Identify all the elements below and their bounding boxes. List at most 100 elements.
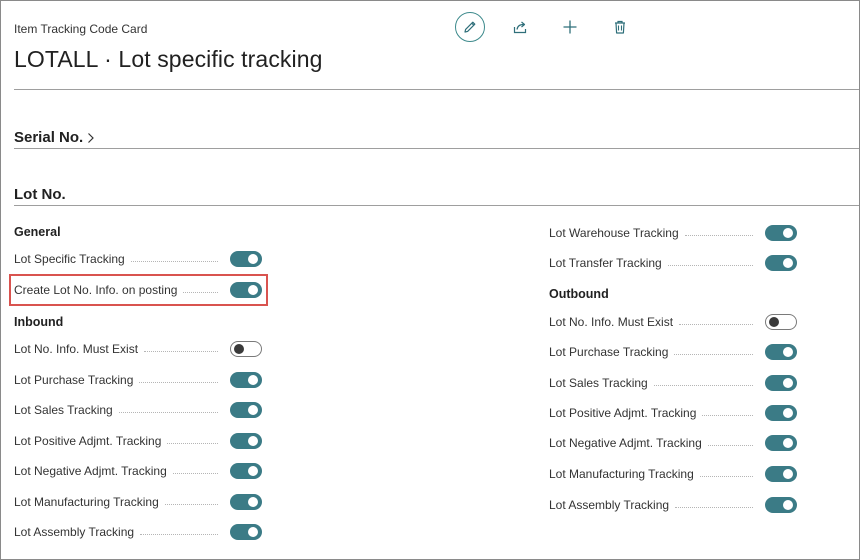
edit-button[interactable] [455,12,485,42]
toggle-knob [783,408,793,418]
leader-dots [667,264,753,266]
field-label: Lot Assembly Tracking [549,498,670,512]
field-warehouse-tracking: Lot Warehouse Tracking [549,223,797,243]
toggle-knob [783,378,793,388]
toggle-inbound-must-exist[interactable] [230,341,262,357]
trash-icon [615,20,625,34]
section-serial-no-label: Serial No. [14,129,84,146]
plus-icon [563,20,577,34]
toggle-knob [783,258,793,268]
group-inbound: Inbound [14,315,64,329]
field-label: Lot Purchase Tracking [14,373,134,387]
toggle-knob [769,317,779,327]
toggle-knob [783,438,793,448]
field-label: Lot Transfer Tracking [549,256,662,270]
toggle-inbound-manufacturing[interactable] [230,494,262,510]
field-label: Lot Positive Adjmt. Tracking [14,434,162,448]
breadcrumb: Item Tracking Code Card [14,22,148,36]
field-label: Lot Manufacturing Tracking [14,495,159,509]
leader-dots [699,475,753,477]
field-label: Lot Negative Adjmt. Tracking [549,436,702,450]
field-label: Lot No. Info. Must Exist [549,315,674,329]
field-inbound-must-exist: Lot No. Info. Must Exist [14,339,262,359]
toolbar [455,12,655,42]
leader-dots [144,350,218,352]
toggle-inbound-negative-adjmt[interactable] [230,463,262,479]
lot-divider [14,205,859,206]
toggle-inbound-positive-adjmt[interactable] [230,433,262,449]
highlight-box [9,274,268,306]
field-label: Lot No. Info. Must Exist [14,342,139,356]
toggle-warehouse-tracking[interactable] [765,225,797,241]
share-icon [513,21,527,34]
leader-dots [140,533,218,535]
field-inbound-sales: Lot Sales Tracking [14,400,262,420]
toggle-knob [248,527,258,537]
pencil-icon [464,21,476,33]
field-outbound-purchase: Lot Purchase Tracking [549,342,797,362]
toggle-transfer-tracking[interactable] [765,255,797,271]
toggle-knob [783,228,793,238]
leader-dots [167,442,218,444]
field-label: Lot Positive Adjmt. Tracking [549,406,697,420]
toggle-knob [783,347,793,357]
field-outbound-assembly: Lot Assembly Tracking [549,495,797,515]
field-label: Lot Specific Tracking [14,252,125,266]
toggle-inbound-purchase[interactable] [230,372,262,388]
field-outbound-negative-adjmt: Lot Negative Adjmt. Tracking [549,433,797,453]
delete-button[interactable] [605,12,635,42]
leader-dots [707,444,753,446]
share-button[interactable] [505,12,535,42]
toggle-knob [248,375,258,385]
leader-dots [674,353,753,355]
field-label: Lot Sales Tracking [14,403,113,417]
toggle-knob [248,405,258,415]
field-outbound-manufacturing: Lot Manufacturing Tracking [549,464,797,484]
toggle-knob [248,254,258,264]
toggle-outbound-assembly[interactable] [765,497,797,513]
toggle-knob [783,469,793,479]
field-inbound-purchase: Lot Purchase Tracking [14,370,262,390]
field-label: Lot Warehouse Tracking [549,226,679,240]
group-outbound: Outbound [549,287,609,301]
leader-dots [139,381,218,383]
toggle-lot-specific-tracking[interactable] [230,251,262,267]
page-title: LOTALL · Lot specific tracking [14,46,323,72]
item-tracking-card: Item Tracking Code Card LOTALL · Lot spe… [0,0,860,560]
field-outbound-must-exist: Lot No. Info. Must Exist [549,312,797,332]
toggle-outbound-manufacturing[interactable] [765,466,797,482]
toggle-inbound-sales[interactable] [230,402,262,418]
toggle-outbound-purchase[interactable] [765,344,797,360]
section-lot-no[interactable]: Lot No. [14,186,66,203]
field-inbound-assembly: Lot Assembly Tracking [14,522,262,542]
toggle-outbound-sales[interactable] [765,375,797,391]
toggle-outbound-must-exist[interactable] [765,314,797,330]
toggle-outbound-positive-adjmt[interactable] [765,405,797,421]
toggle-knob [234,344,244,354]
toggle-outbound-negative-adjmt[interactable] [765,435,797,451]
section-serial-no[interactable]: Serial No. [14,129,96,146]
toggle-knob [248,466,258,476]
toggle-knob [248,497,258,507]
toggle-knob [783,500,793,510]
toggle-inbound-assembly[interactable] [230,524,262,540]
leader-dots [702,414,753,416]
field-lot-specific-tracking: Lot Specific Tracking [14,249,262,269]
field-outbound-positive-adjmt: Lot Positive Adjmt. Tracking [549,403,797,423]
section-lot-no-label: Lot No. [14,186,66,203]
leader-dots [675,506,753,508]
field-label: Lot Manufacturing Tracking [549,467,694,481]
field-inbound-manufacturing: Lot Manufacturing Tracking [14,492,262,512]
field-outbound-sales: Lot Sales Tracking [549,373,797,393]
field-inbound-negative-adjmt: Lot Negative Adjmt. Tracking [14,461,262,481]
field-transfer-tracking: Lot Transfer Tracking [549,253,797,273]
chevron-right-icon [88,132,95,143]
field-inbound-positive-adjmt: Lot Positive Adjmt. Tracking [14,431,262,451]
leader-dots [653,384,753,386]
serial-divider [14,148,859,149]
leader-dots [118,411,218,413]
new-button[interactable] [555,12,585,42]
header-divider [14,89,859,90]
leader-dots [172,472,218,474]
leader-dots [679,323,753,325]
